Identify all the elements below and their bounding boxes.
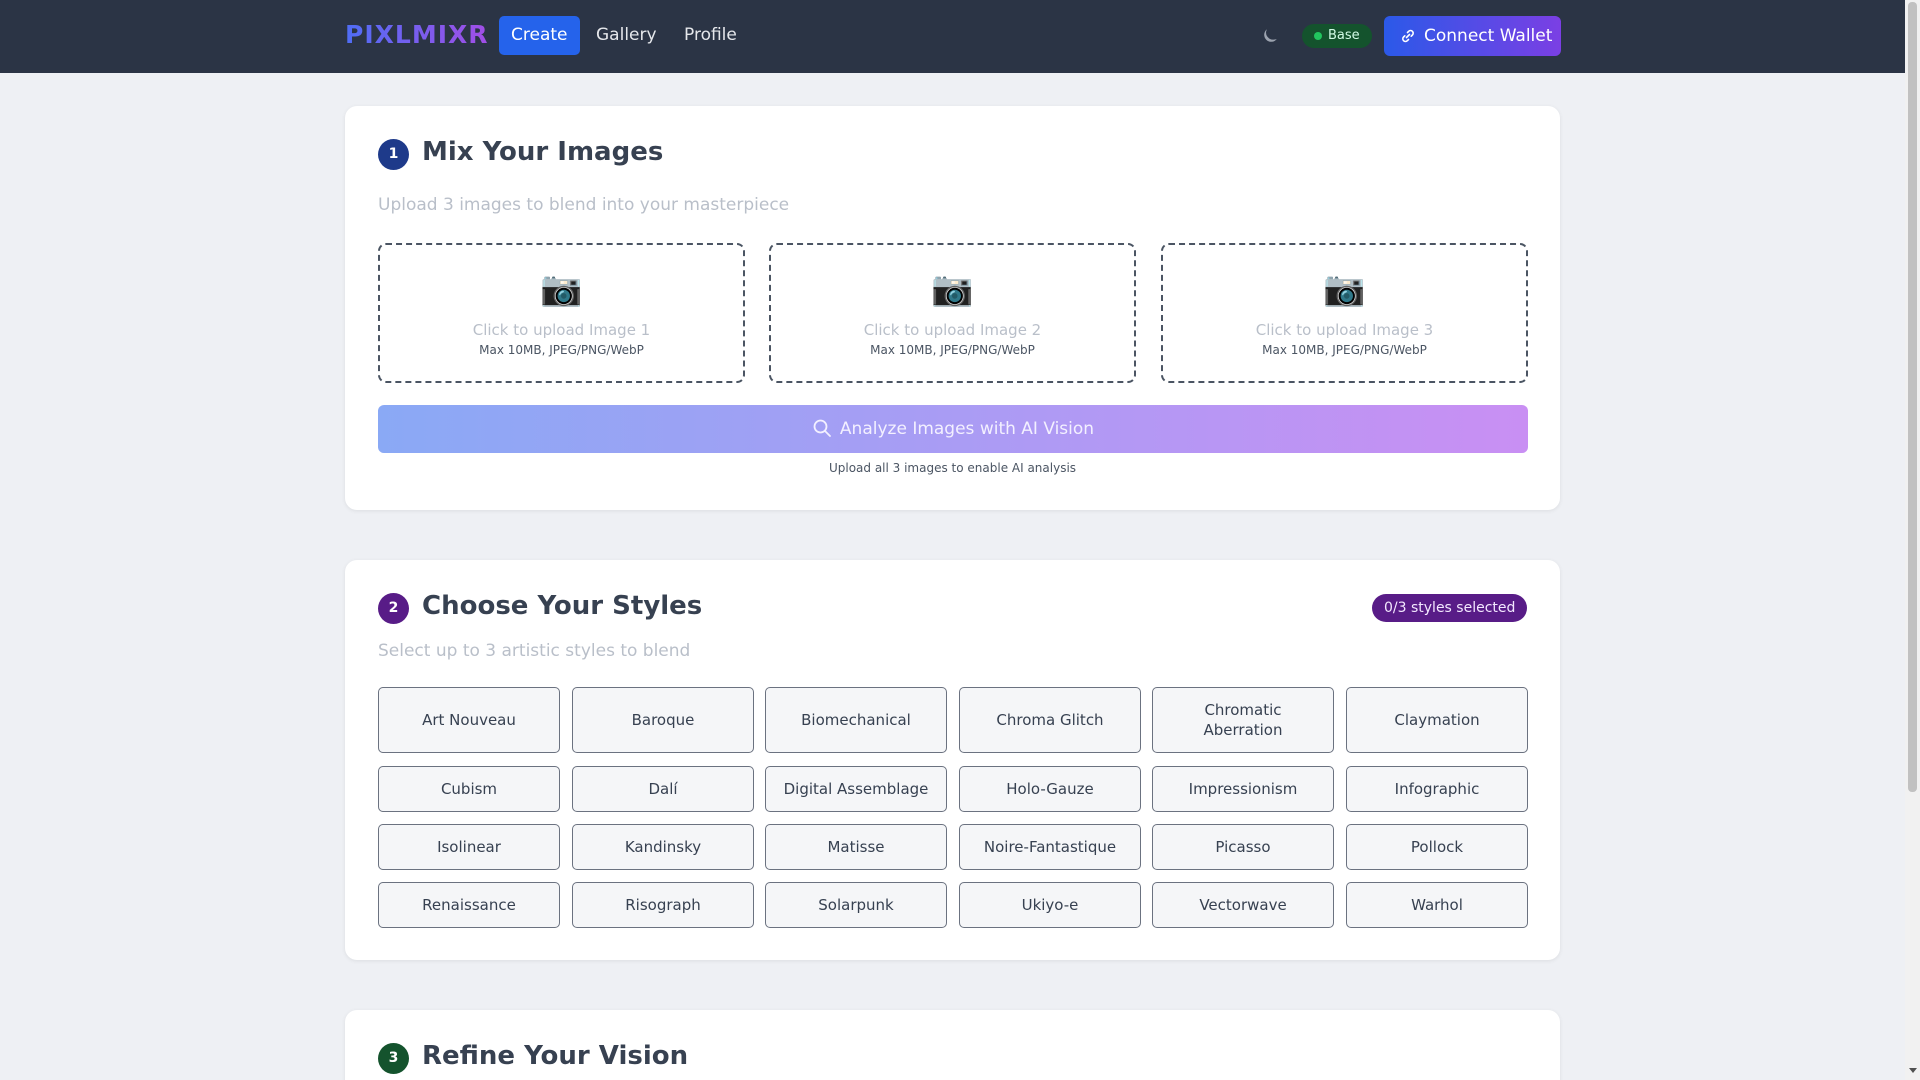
style-option-cubism[interactable]: Cubism <box>378 766 560 812</box>
analyze-hint: Upload all 3 images to enable AI analysi… <box>828 461 1077 475</box>
scrollbar-thumb[interactable] <box>1908 2 1917 792</box>
network-status-dot <box>1314 32 1322 40</box>
style-option-biomechanical[interactable]: Biomechanical <box>765 687 947 753</box>
choose-styles-card: 2 Choose Your Styles 0/3 styles selected… <box>345 560 1560 960</box>
camera-icon: 📷 <box>931 269 974 309</box>
top-navbar: PIXLMIXR Create Gallery Profile Base Con… <box>0 0 1905 73</box>
page: PIXLMIXR Create Gallery Profile Base Con… <box>0 0 1920 1080</box>
upload-image-1[interactable]: 📷 Click to upload Image 1 Max 10MB, JPEG… <box>378 243 745 383</box>
style-option-matisse[interactable]: Matisse <box>765 824 947 870</box>
page-scrollbar[interactable] <box>1905 0 1920 1080</box>
style-option-chromatic-aberration[interactable]: Chromatic Aberration <box>1152 687 1334 753</box>
style-option-impressionism[interactable]: Impressionism <box>1152 766 1334 812</box>
style-option-holo-gauze[interactable]: Holo-Gauze <box>959 766 1141 812</box>
analyze-button-label: Analyze Images with AI Vision <box>839 419 1095 439</box>
style-option-solarpunk[interactable]: Solarpunk <box>765 882 947 928</box>
style-option-vectorwave[interactable]: Vectorwave <box>1152 882 1334 928</box>
choose-styles-title: Choose Your Styles <box>422 591 703 621</box>
styles-selected-badge: 0/3 styles selected <box>1372 594 1528 622</box>
choose-styles-subtitle: Select up to 3 artistic styles to blend <box>378 641 691 661</box>
style-option-dali[interactable]: Dalí <box>572 766 754 812</box>
style-option-claymation[interactable]: Claymation <box>1346 687 1528 753</box>
style-option-picasso[interactable]: Picasso <box>1152 824 1334 870</box>
refine-vision-card: 3 Refine Your Vision <box>345 1010 1560 1080</box>
upload-hint: Max 10MB, JPEG/PNG/WebP <box>479 343 644 357</box>
step-number-2: 2 <box>378 593 409 624</box>
network-badge[interactable]: Base <box>1302 24 1372 48</box>
style-option-renaissance[interactable]: Renaissance <box>378 882 560 928</box>
upload-image-2[interactable]: 📷 Click to upload Image 2 Max 10MB, JPEG… <box>769 243 1136 383</box>
camera-icon: 📷 <box>540 269 583 309</box>
brand-logo[interactable]: PIXLMIXR <box>345 20 489 49</box>
upload-hint: Max 10MB, JPEG/PNG/WebP <box>870 343 1035 357</box>
mix-images-title: Mix Your Images <box>422 137 664 167</box>
style-option-baroque[interactable]: Baroque <box>572 687 754 753</box>
nav-link-gallery[interactable]: Gallery <box>584 16 669 55</box>
mix-images-card: 1 Mix Your Images Upload 3 images to ble… <box>345 106 1560 510</box>
refine-vision-title: Refine Your Vision <box>422 1041 689 1071</box>
upload-label: Click to upload Image 3 <box>1255 321 1434 339</box>
nav-link-create[interactable]: Create <box>499 16 580 55</box>
style-option-warhol[interactable]: Warhol <box>1346 882 1528 928</box>
style-option-digital-assemblage[interactable]: Digital Assemblage <box>765 766 947 812</box>
style-option-risograph[interactable]: Risograph <box>572 882 754 928</box>
style-option-art-nouveau[interactable]: Art Nouveau <box>378 687 560 753</box>
analyze-images-button[interactable]: Analyze Images with AI Vision <box>378 405 1528 453</box>
step-number-1: 1 <box>378 139 409 170</box>
connect-wallet-button[interactable]: Connect Wallet <box>1384 16 1561 56</box>
nav-link-profile[interactable]: Profile <box>672 16 749 55</box>
camera-icon: 📷 <box>1323 269 1366 309</box>
style-option-infographic[interactable]: Infographic <box>1346 766 1528 812</box>
style-option-ukiyo-e[interactable]: Ukiyo-e <box>959 882 1141 928</box>
style-option-noire-fantastique[interactable]: Noire-Fantastique <box>959 824 1141 870</box>
style-option-kandinsky[interactable]: Kandinsky <box>572 824 754 870</box>
step-number-3: 3 <box>378 1043 409 1074</box>
link-icon <box>1402 29 1414 43</box>
upload-label: Click to upload Image 1 <box>472 321 651 339</box>
search-icon <box>813 419 831 437</box>
scroll-down-arrow-icon[interactable] <box>1909 1068 1917 1073</box>
style-option-isolinear[interactable]: Isolinear <box>378 824 560 870</box>
style-option-pollock[interactable]: Pollock <box>1346 824 1528 870</box>
network-label: Base <box>1328 28 1360 43</box>
style-option-chroma-glitch[interactable]: Chroma Glitch <box>959 687 1141 753</box>
connect-wallet-label: Connect Wallet <box>1424 26 1553 46</box>
mix-images-subtitle: Upload 3 images to blend into your maste… <box>378 195 790 215</box>
upload-hint: Max 10MB, JPEG/PNG/WebP <box>1262 343 1427 357</box>
upload-label: Click to upload Image 2 <box>863 321 1042 339</box>
moon-icon[interactable] <box>1260 26 1280 46</box>
upload-image-3[interactable]: 📷 Click to upload Image 3 Max 10MB, JPEG… <box>1161 243 1528 383</box>
